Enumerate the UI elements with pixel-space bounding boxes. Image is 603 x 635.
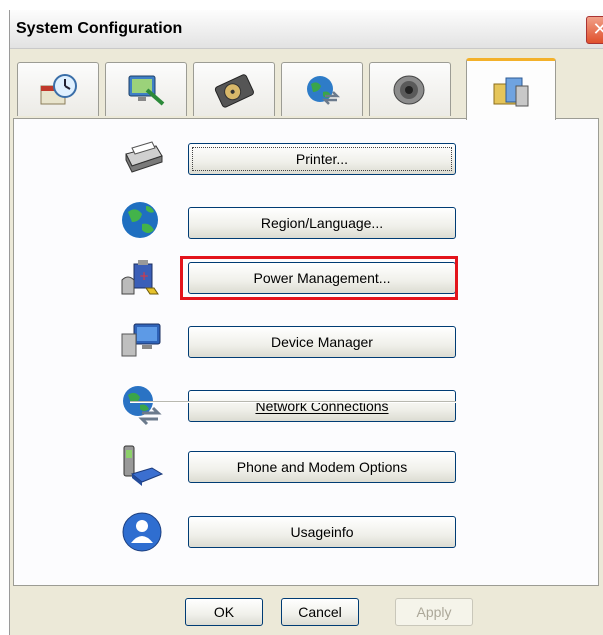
close-icon: ✕ [592,19,603,39]
device-manager-button[interactable]: Device Manager [188,326,456,358]
phone-modem-icon [123,445,164,486]
tab-storage[interactable] [193,62,275,116]
window-title: System Configuration [16,20,183,37]
tab-network[interactable] [281,62,363,116]
tab-display[interactable] [105,62,187,116]
usageinfo-button[interactable]: Usageinfo [188,516,456,548]
hard-disk-icon [214,73,254,108]
phone-modem-options-button[interactable]: Phone and Modem Options [188,451,456,483]
tools-folder-icon [493,77,529,106]
system-configuration-window: System Configuration ✕ Printer... Region… [9,10,603,635]
svg-text:+: + [139,269,149,283]
globe-network-icon [307,75,341,105]
title-bar[interactable]: System Configuration ✕ [10,10,603,49]
ok-button[interactable]: OK [185,598,263,626]
apply-button[interactable]: Apply [395,598,473,626]
cancel-button[interactable]: Cancel [281,598,359,626]
monitor-brush-icon [128,75,165,106]
user-icon [122,512,162,552]
network-connections-icon [123,386,162,426]
region-language-button[interactable]: Region/Language... [188,207,456,239]
divider [130,401,456,403]
globe-icon [122,202,158,238]
tab-date-time[interactable] [17,62,99,116]
highlight-box [180,256,458,300]
close-button[interactable]: ✕ [586,16,603,44]
device-manager-icon [121,323,161,357]
network-connections-button[interactable]: Network Connections [188,390,456,422]
power-management-icon: + [121,260,159,295]
clock-calendar-icon [40,73,77,104]
printer-button[interactable]: Printer... [188,143,456,175]
tab-sound[interactable] [369,62,451,116]
tab-system-tools[interactable] [466,58,556,120]
speaker-icon [393,75,425,104]
printer-icon [125,141,163,173]
